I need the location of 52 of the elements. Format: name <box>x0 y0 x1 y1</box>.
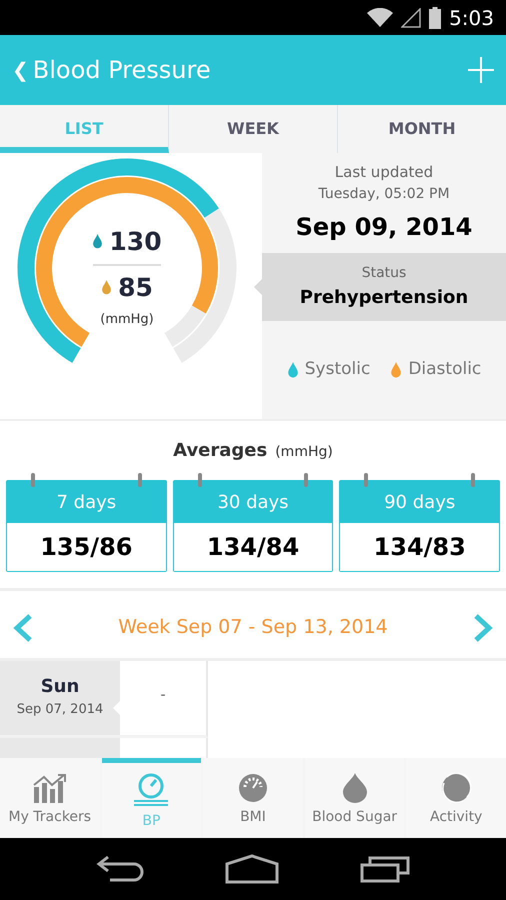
nav-label: Blood Sugar <box>312 808 398 827</box>
reading-date: Sep 09, 2014 <box>296 212 472 242</box>
status-label: Status <box>362 264 406 283</box>
day-date: Sep 07, 2014 <box>16 701 104 719</box>
gauge-icon <box>133 773 170 807</box>
legend-label: Systolic <box>304 358 370 382</box>
back-button[interactable]: ❮ <box>12 55 29 85</box>
bar-chart-icon <box>32 773 67 803</box>
averages-unit: (mmHg) <box>275 443 333 462</box>
day-cell[interactable]: Sun Sep 07, 2014 <box>0 661 120 738</box>
unit-label: (mmHg) <box>100 311 154 329</box>
drop-icon <box>342 773 368 803</box>
nav-label: My Trackers <box>8 808 92 827</box>
binder-ring-icon <box>138 473 142 487</box>
signal-icon <box>401 8 422 28</box>
averages-title: Averages <box>173 439 268 463</box>
binder-ring-icon <box>364 473 368 487</box>
week-range: Week Sep 07 - Sep 13, 2014 <box>118 615 388 640</box>
day-name: Sun <box>40 675 80 699</box>
period-label: 30 days <box>217 490 289 514</box>
drop-icon <box>92 234 104 250</box>
binder-ring-icon <box>198 473 202 487</box>
screen-title: Blood Pressure <box>32 55 211 86</box>
average-value: 134/84 <box>206 532 300 563</box>
speedometer-icon <box>238 773 268 803</box>
drop-icon <box>101 280 112 295</box>
update-time: Tuesday, 05:02 PM <box>318 184 450 204</box>
ball-icon <box>441 773 472 803</box>
binder-ring-icon <box>471 473 476 487</box>
clock: 5:03 <box>449 4 494 32</box>
systolic-value: 130 <box>109 226 162 258</box>
add-icon[interactable] <box>468 57 494 83</box>
nav-label: BP <box>142 812 160 831</box>
home-icon[interactable] <box>224 854 279 884</box>
wifi-icon <box>367 8 394 28</box>
status-value: Prehypertension <box>300 286 468 310</box>
average-value: 134/83 <box>374 532 466 563</box>
last-updated-label: Last updated <box>334 162 434 183</box>
nav-label: BMI <box>240 808 266 827</box>
reading-cell: - <box>120 661 208 738</box>
nav-label: Activity <box>430 808 482 827</box>
binder-ring-icon <box>304 473 308 487</box>
battery-icon <box>429 6 442 28</box>
average-value: 135/86 <box>40 532 132 563</box>
period-label: 90 days <box>384 490 456 514</box>
legend-label: Diastolic <box>408 358 482 382</box>
period-label: 7 days <box>56 490 116 514</box>
back-icon[interactable] <box>96 855 144 883</box>
binder-ring-icon <box>31 473 35 487</box>
recent-apps-icon[interactable] <box>360 855 410 883</box>
tab[interactable]: MONTH <box>338 105 506 153</box>
diastolic-value: 85 <box>118 272 153 304</box>
